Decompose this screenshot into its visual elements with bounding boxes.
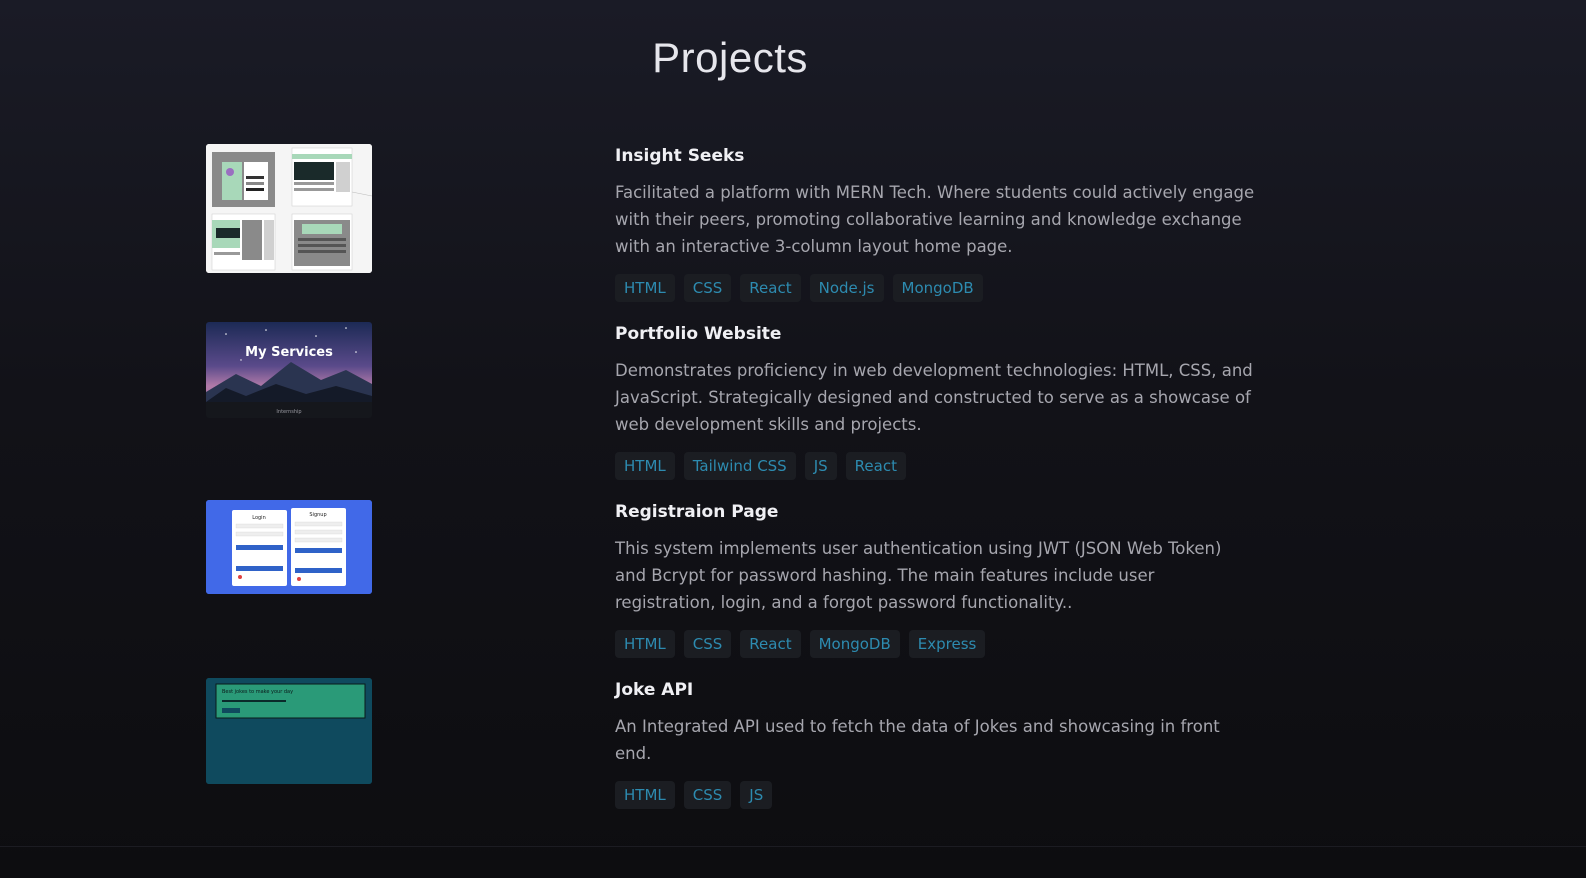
tech-tag: JS [804, 452, 837, 480]
tech-tag: React [845, 452, 906, 480]
tech-tags: HTML Tailwind CSS JS React [615, 452, 1255, 480]
tech-tag: HTML [615, 452, 675, 480]
project-thumbnail-registraion-page[interactable]: Login Signup [206, 500, 372, 594]
tech-tags: HTML CSS React Node.js MongoDB [615, 274, 1255, 302]
page-title: Projects [652, 34, 808, 82]
projects-list: Insight Seeks Facilitated a platform wit… [206, 144, 1256, 856]
project-info: Registraion Page This system implements … [615, 502, 1255, 658]
thumbnail-heading: My Services [245, 345, 333, 360]
project-title[interactable]: Insight Seeks [615, 146, 1255, 166]
tech-tag: HTML [615, 630, 675, 658]
thumbnail-footer: Internship [276, 409, 301, 415]
project-info: Insight Seeks Facilitated a platform wit… [615, 146, 1255, 302]
thumbnail-image [206, 144, 372, 273]
tech-tag: Tailwind CSS [683, 452, 796, 480]
tech-tag: MongoDB [809, 630, 900, 658]
tech-tag: JS [740, 781, 773, 809]
tech-tags: HTML CSS React MongoDB Express [615, 630, 1255, 658]
thumbnail-heading: Best jokes to make your day [222, 689, 293, 695]
project-thumbnail-insight-seeks[interactable] [206, 144, 372, 273]
tech-tag: CSS [683, 781, 732, 809]
project-description: This system implements user authenticati… [615, 539, 1222, 612]
thumbnail-image: Login Signup [206, 500, 372, 594]
project-description: Demonstrates proficiency in web developm… [615, 361, 1253, 434]
tech-tag: MongoDB [892, 274, 983, 302]
tech-tag: HTML [615, 781, 675, 809]
project-info: Portfolio Website Demonstrates proficien… [615, 324, 1255, 480]
project-thumbnail-joke-api[interactable]: Best jokes to make your day [206, 678, 372, 784]
project-title[interactable]: Joke API [615, 680, 1255, 700]
project-card-insight-seeks: Insight Seeks Facilitated a platform wit… [206, 144, 1256, 322]
tech-tag: React [740, 274, 801, 302]
project-card-portfolio-website: My Services Internship Portfolio Website… [206, 322, 1256, 500]
tech-tag: HTML [615, 274, 675, 302]
section-divider [0, 846, 1586, 847]
tech-tag: Node.js [809, 274, 884, 302]
project-card-joke-api: Best jokes to make your day Joke API An … [206, 678, 1256, 856]
project-description: An Integrated API used to fetch the data… [615, 717, 1220, 763]
tech-tag: CSS [683, 630, 732, 658]
tech-tags: HTML CSS JS [615, 781, 1255, 809]
project-title[interactable]: Portfolio Website [615, 324, 1255, 344]
tech-tag: React [740, 630, 801, 658]
thumbnail-image: My Services Internship [206, 322, 372, 418]
thumbnail-login-title: Login [252, 515, 266, 521]
project-thumbnail-portfolio-website[interactable]: My Services Internship [206, 322, 372, 418]
tech-tag: Express [908, 630, 986, 658]
project-card-registraion-page: Login Signup Registraion Page This syste… [206, 500, 1256, 678]
project-info: Joke API An Integrated API used to fetch… [615, 680, 1255, 809]
project-description: Facilitated a platform with MERN Tech. W… [615, 183, 1255, 256]
project-title[interactable]: Registraion Page [615, 502, 1255, 522]
tech-tag: CSS [683, 274, 732, 302]
thumbnail-signup-title: Signup [309, 512, 326, 518]
thumbnail-image: Best jokes to make your day [206, 678, 372, 784]
